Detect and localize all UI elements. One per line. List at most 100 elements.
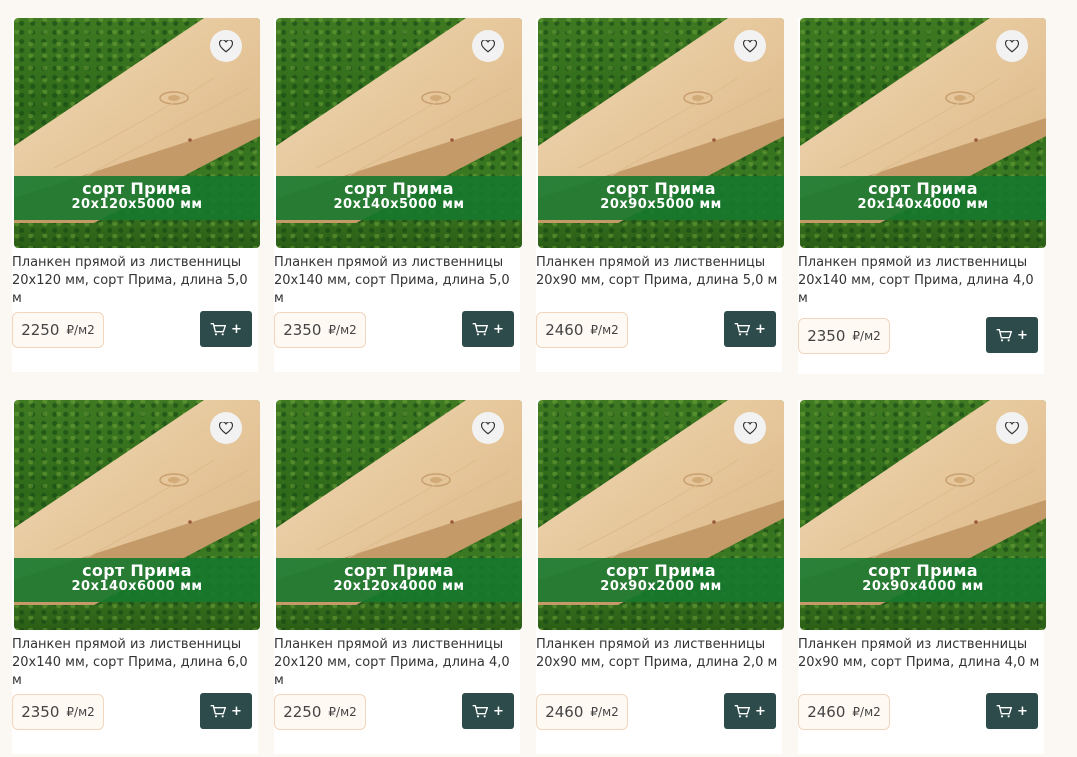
product-title[interactable]: Планкен прямой из лиственницы 20х90 мм, … [536,254,780,290]
add-to-cart-button[interactable]: + [200,311,252,347]
product-image[interactable]: сорт Прима 20х90х2000 мм [538,400,784,630]
price-value: 2460 [545,703,584,721]
product-title[interactable]: Планкен прямой из лиственницы 20х90 мм, … [798,636,1042,672]
price-value: 2350 [283,321,322,339]
product-banner: сорт Прима 20х90х2000 мм [538,558,784,602]
product-title[interactable]: Планкен прямой из лиственницы 20х140 мм,… [798,254,1042,308]
banner-grade: сорт Прима [82,561,192,580]
banner-size: 20х140х5000 мм [333,197,465,212]
price-unit: ₽/м2 [852,329,881,343]
add-to-cart-button[interactable]: + [986,693,1038,729]
price-badge: 2250 ₽/м2 [274,694,366,730]
cart-icon [210,323,227,336]
favorite-button[interactable] [734,30,766,62]
product-image[interactable]: сорт Прима 20х140х4000 мм [800,18,1046,248]
product-title[interactable]: Планкен прямой из лиственницы 20х120 мм,… [274,636,518,690]
price-unit: ₽/м2 [590,705,619,719]
price-badge: 2250 ₽/м2 [12,312,104,348]
add-to-cart-button[interactable]: + [986,317,1038,353]
price-value: 2250 [283,703,322,721]
price-unit: ₽/м2 [66,705,95,719]
product-card[interactable]: сорт Прима 20х90х2000 мм Планкен прямой … [536,400,784,754]
favorite-button[interactable] [210,412,242,444]
product-card[interactable]: сорт Прима 20х90х5000 мм Планкен прямой … [536,18,784,372]
product-banner: сорт Прима 20х140х6000 мм [14,558,260,602]
add-to-cart-label: + [755,703,766,719]
price-unit: ₽/м2 [66,323,95,337]
product-image[interactable]: сорт Прима 20х90х4000 мм [800,400,1046,630]
add-to-cart-label: + [1017,327,1028,343]
banner-size: 20х90х2000 мм [600,579,722,594]
product-title[interactable]: Планкен прямой из лиственницы 20х140 мм,… [274,254,518,308]
heart-icon [219,421,233,434]
product-card[interactable]: сорт Прима 20х120х4000 мм Планкен прямой… [274,400,522,754]
add-to-cart-label: + [1017,703,1028,719]
favorite-button[interactable] [996,412,1028,444]
product-card[interactable]: сорт Прима 20х120х5000 мм Планкен прямой… [12,18,260,372]
favorite-button[interactable] [210,30,242,62]
banner-grade: сорт Прима [344,179,454,198]
product-card[interactable]: сорт Прима 20х140х5000 мм Планкен прямой… [274,18,522,372]
banner-size: 20х140х6000 мм [71,579,203,594]
price-unit: ₽/м2 [590,323,619,337]
heart-icon [743,39,757,52]
product-title[interactable]: Планкен прямой из лиственницы 20х140 мм,… [12,636,256,690]
product-card[interactable]: сорт Прима 20х90х4000 мм Планкен прямой … [798,400,1046,754]
banner-size: 20х120х5000 мм [71,197,203,212]
price-value: 2350 [807,327,846,345]
add-to-cart-button[interactable]: + [462,693,514,729]
favorite-button[interactable] [472,412,504,444]
favorite-button[interactable] [996,30,1028,62]
banner-grade: сорт Прима [868,179,978,198]
add-to-cart-button[interactable]: + [724,693,776,729]
banner-grade: сорт Прима [606,179,716,198]
cart-icon [472,705,489,718]
price-badge: 2460 ₽/м2 [536,694,628,730]
product-image[interactable]: сорт Прима 20х120х4000 мм [276,400,522,630]
cart-icon [996,329,1013,342]
favorite-button[interactable] [734,412,766,444]
product-card[interactable]: сорт Прима 20х140х6000 мм Планкен прямой… [12,400,260,754]
add-to-cart-button[interactable]: + [724,311,776,347]
banner-grade: сорт Прима [606,561,716,580]
heart-icon [481,421,495,434]
cart-icon [210,705,227,718]
price-value: 2460 [807,703,846,721]
product-image[interactable]: сорт Прима 20х140х5000 мм [276,18,522,248]
banner-grade: сорт Прима [868,561,978,580]
cart-icon [734,705,751,718]
product-image[interactable]: сорт Прима 20х140х6000 мм [14,400,260,630]
product-banner: сорт Прима 20х90х5000 мм [538,176,784,220]
add-to-cart-button[interactable]: + [200,693,252,729]
product-image[interactable]: сорт Прима 20х120х5000 мм [14,18,260,248]
add-to-cart-label: + [231,703,242,719]
product-title[interactable]: Планкен прямой из лиственницы 20х90 мм, … [536,636,780,672]
banner-size: 20х90х4000 мм [862,579,984,594]
cart-icon [734,323,751,336]
heart-icon [1005,39,1019,52]
banner-grade: сорт Прима [82,179,192,198]
product-image[interactable]: сорт Прима 20х90х5000 мм [538,18,784,248]
price-badge: 2460 ₽/м2 [536,312,628,348]
heart-icon [1005,421,1019,434]
product-title[interactable]: Планкен прямой из лиственницы 20х120 мм,… [12,254,256,308]
product-banner: сорт Прима 20х120х4000 мм [276,558,522,602]
banner-size: 20х90х5000 мм [600,197,722,212]
banner-grade: сорт Прима [344,561,454,580]
product-banner: сорт Прима 20х140х4000 мм [800,176,1046,220]
cart-icon [996,705,1013,718]
price-value: 2350 [21,703,60,721]
cart-icon [472,323,489,336]
heart-icon [481,39,495,52]
add-to-cart-button[interactable]: + [462,311,514,347]
price-value: 2460 [545,321,584,339]
price-value: 2250 [21,321,60,339]
add-to-cart-label: + [231,321,242,337]
product-card[interactable]: сорт Прима 20х140х4000 мм Планкен прямой… [798,18,1046,374]
add-to-cart-label: + [493,703,504,719]
favorite-button[interactable] [472,30,504,62]
product-grid: сорт Прима 20х120х5000 мм Планкен прямой… [0,0,1077,757]
price-badge: 2350 ₽/м2 [12,694,104,730]
price-unit: ₽/м2 [852,705,881,719]
heart-icon [743,421,757,434]
